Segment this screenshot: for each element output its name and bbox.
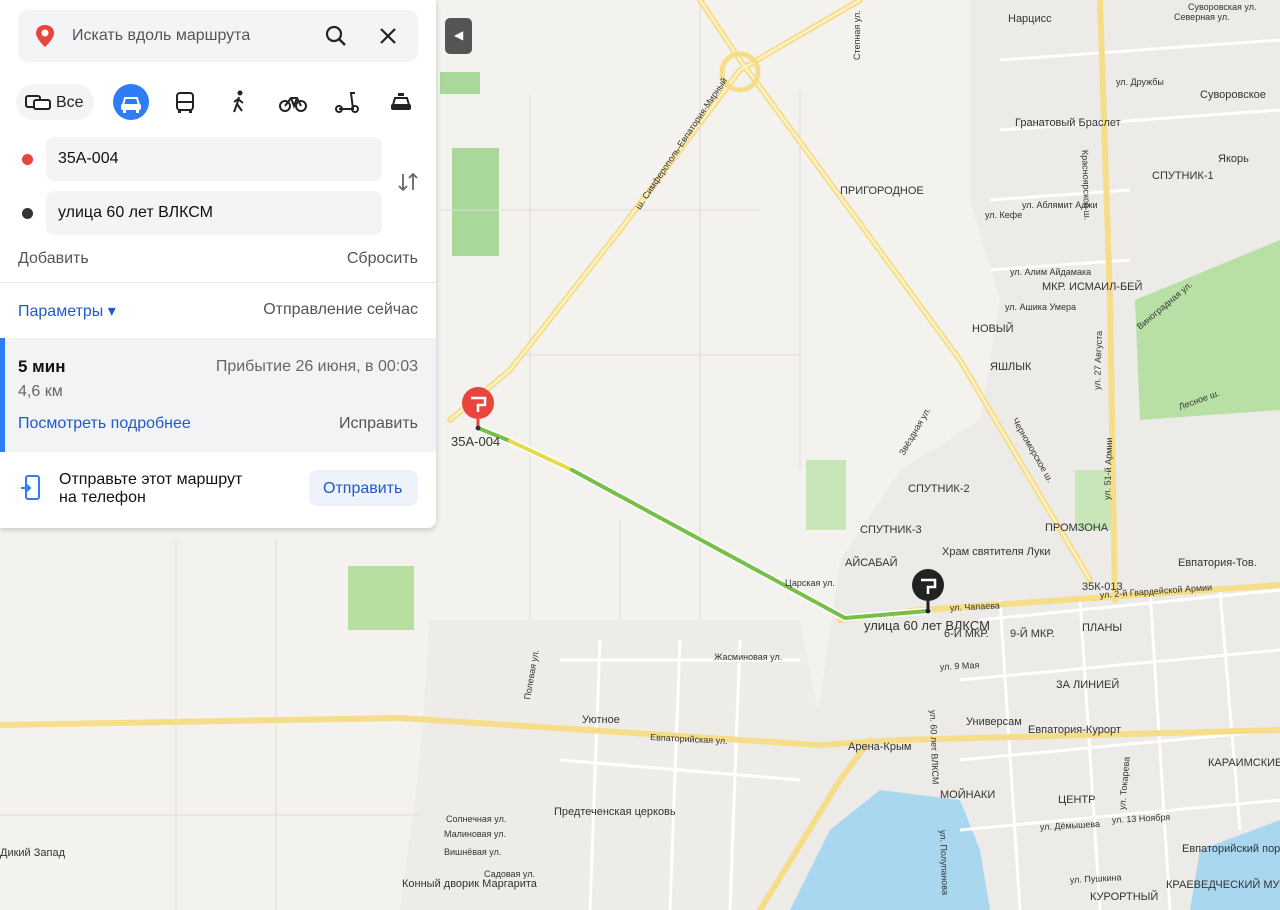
map-place-label[interactable]: 9-Й МКР. xyxy=(1010,627,1055,640)
map-pin-icon xyxy=(36,25,54,47)
map-place-label[interactable]: ЗА ЛИНИЕЙ xyxy=(1056,678,1119,691)
map-road-label: Степная ул. xyxy=(852,10,862,60)
map-place-label[interactable]: ЦЕНТР xyxy=(1058,794,1095,806)
mode-walk-button[interactable] xyxy=(221,84,257,120)
map-place-label[interactable]: Предтеченская церковь xyxy=(554,806,676,818)
map-place-label[interactable]: МОЙНАКИ xyxy=(940,788,995,801)
green-field xyxy=(348,566,414,630)
map-road-label: ул. Аблямит Аджи xyxy=(1022,200,1098,210)
map-road-label: Жасминовая ул. xyxy=(714,652,782,662)
departure-time[interactable]: Отправление сейчас xyxy=(263,301,418,319)
map-road-label: Малиновая ул. xyxy=(444,829,506,839)
end-dot xyxy=(22,208,33,219)
mode-all-label: Все xyxy=(56,94,84,111)
parameters-dropdown[interactable]: Параметры ▾ xyxy=(18,301,116,321)
map-place-label[interactable]: НОВЫЙ xyxy=(972,322,1013,335)
fix-route-button[interactable]: Исправить xyxy=(339,415,418,433)
route-duration: 5 мин xyxy=(18,357,66,376)
map-place-label[interactable]: ПЛАНЫ xyxy=(1082,622,1122,634)
map-place-label[interactable]: ПРИГОРОДНОЕ xyxy=(840,185,924,197)
map-place-label[interactable]: ПРОМЗОНА xyxy=(1045,522,1109,534)
map-road-label: Солнечная ул. xyxy=(446,814,506,824)
map-road-label: Вишнёвая ул. xyxy=(444,847,501,857)
map-place-label[interactable]: СПУТНИК-1 xyxy=(1152,170,1214,182)
mode-car-button[interactable] xyxy=(113,84,149,120)
map-place-label[interactable]: КУРОРТНЫЙ xyxy=(1090,890,1158,903)
scooter-icon xyxy=(335,92,359,113)
send-to-phone-text-2: на телефон xyxy=(59,489,146,506)
map-place-label[interactable]: Евпаторийский пор xyxy=(1182,843,1280,855)
start-point-field[interactable]: 35А-004 xyxy=(46,137,382,181)
collapse-panel-button[interactable]: ◀ xyxy=(445,18,472,54)
phone-send-icon xyxy=(21,475,40,500)
map-road-label: ул. Ашика Умера xyxy=(1005,302,1076,312)
walk-icon xyxy=(233,90,244,113)
bicycle-icon xyxy=(279,97,307,112)
route-option-card[interactable]: 5 мин Прибытие 26 июня, в 00:03 4,6 км П… xyxy=(0,338,436,452)
map-place-label[interactable]: КРАЕВЕДЧЕСКИЙ МУЗЕЙ xyxy=(1166,878,1280,891)
chevron-left-icon: ◀ xyxy=(454,28,464,42)
search-icon[interactable] xyxy=(324,24,348,48)
add-point-button[interactable]: Добавить xyxy=(18,250,89,268)
map-place-label[interactable]: АЙСАБАЙ xyxy=(845,556,898,569)
multi-transport-icon xyxy=(25,95,51,110)
route-panel: Искать вдоль маршрута Все 35А-004 улица … xyxy=(0,0,436,528)
mode-scooter-button[interactable] xyxy=(329,84,365,120)
map-place-label[interactable]: Арена-Крым xyxy=(848,741,911,753)
map-road-label: Садовая ул. xyxy=(484,869,535,879)
search-along-route[interactable]: Искать вдоль маршрута xyxy=(18,10,418,62)
map-place-label[interactable]: Евпатория-Курорт xyxy=(1028,724,1121,736)
start-dot xyxy=(22,154,33,165)
map-place-label[interactable]: КАРАИМСКИЕ КЕНАСЫ xyxy=(1208,757,1280,769)
route-distance: 4,6 км xyxy=(18,383,63,400)
map-road-label: ул. Алим Айдамака xyxy=(1010,267,1091,277)
bus-icon xyxy=(176,92,194,113)
selected-indicator xyxy=(0,338,5,452)
end-point-field[interactable]: улица 60 лет ВЛКСМ xyxy=(46,191,382,235)
mode-taxi-button[interactable] xyxy=(383,84,419,120)
map-place-label[interactable]: Конный дворик Маргарита xyxy=(402,878,538,890)
map-road-label: Северная ул. xyxy=(1174,12,1230,22)
map-place-label[interactable]: 6-Й МКР. xyxy=(944,627,989,640)
transport-modes: Все xyxy=(16,82,420,122)
send-button[interactable]: Отправить xyxy=(309,470,418,506)
taxi-icon xyxy=(391,93,411,110)
map-place-label[interactable]: СПУТНИК-2 xyxy=(908,483,970,495)
map-place-label[interactable]: Храм святителя Луки xyxy=(942,546,1050,558)
map-road-label: ул. Кефе xyxy=(985,210,1022,220)
reset-button[interactable]: Сбросить xyxy=(347,250,418,268)
map-place-label[interactable]: Якорь xyxy=(1218,153,1249,165)
map-road-label: Царская ул. xyxy=(785,578,835,588)
car-icon xyxy=(121,97,141,113)
map-place-label[interactable]: Дикий Запад xyxy=(0,847,66,859)
map-road-label: ул. Дружбы xyxy=(1116,77,1164,87)
mode-bus-button[interactable] xyxy=(167,84,203,120)
close-icon[interactable] xyxy=(376,24,400,48)
mode-bike-button[interactable] xyxy=(275,84,311,120)
mode-all-button[interactable]: Все xyxy=(16,84,94,120)
map-road-label: ул. 9 Мая xyxy=(940,660,980,672)
map-road-label: Суворовская ул. xyxy=(1188,2,1256,12)
map-place-label[interactable]: ЯШЛЫК xyxy=(990,361,1032,373)
start-map-label: 35А-004 xyxy=(451,434,500,449)
route-point-start: 35А-004 xyxy=(18,137,382,181)
route-point-end: улица 60 лет ВЛКСМ xyxy=(18,191,382,235)
green-field xyxy=(452,148,499,256)
send-to-phone-text: Отправьте этот маршрут xyxy=(59,471,243,488)
view-details-link[interactable]: Посмотреть подробнее xyxy=(18,415,191,433)
search-input[interactable]: Искать вдоль маршрута xyxy=(72,27,250,45)
green-field xyxy=(440,72,480,94)
map-road-label: ул. 27 Августа xyxy=(1092,331,1104,390)
map-place-label[interactable]: СПУТНИК-3 xyxy=(860,524,922,536)
map-place-label[interactable]: Нарцисс xyxy=(1008,13,1052,25)
swap-points-icon[interactable] xyxy=(396,170,420,194)
map-place-label[interactable]: Гранатовый Браслет xyxy=(1015,117,1121,129)
map-place-label[interactable]: Евпатория-Тов. xyxy=(1178,557,1257,569)
map-place-label[interactable]: Уютное xyxy=(582,714,620,726)
divider xyxy=(0,282,436,283)
map-place-label[interactable]: МКР. ИСМАИЛ-БЕЙ xyxy=(1042,280,1142,293)
map-place-label[interactable]: Суворовское xyxy=(1200,89,1266,101)
arrival-time: Прибытие 26 июня, в 00:03 xyxy=(215,358,418,375)
map-place-label[interactable]: Универсам xyxy=(966,716,1022,728)
